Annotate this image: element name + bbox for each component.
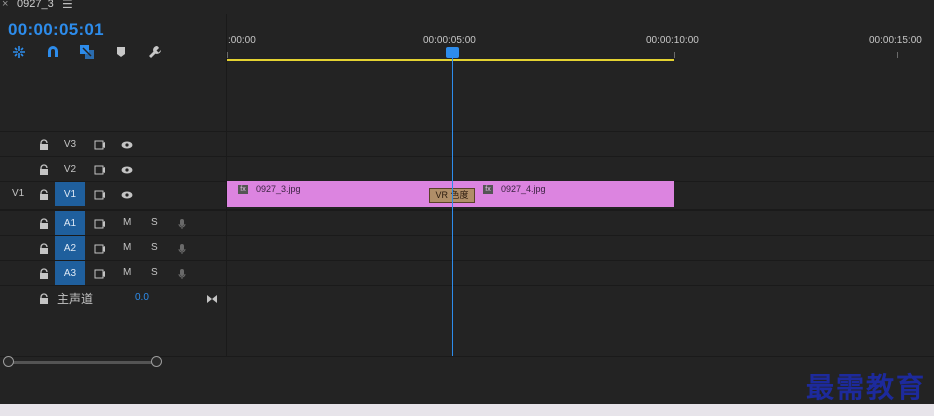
- ruler-label: 00:00:05:00: [423, 35, 476, 46]
- microphone-icon[interactable]: [176, 267, 188, 279]
- zoom-handle-right[interactable]: [151, 356, 162, 367]
- ruler-label: 00:00:10:00: [646, 35, 699, 46]
- horizontal-zoom-scrollbar[interactable]: [7, 361, 157, 364]
- track-target-a1[interactable]: A1: [55, 211, 85, 235]
- zoom-handle-left[interactable]: [3, 356, 14, 367]
- sync-lock-icon[interactable]: [94, 267, 106, 279]
- lock-icon[interactable]: [38, 217, 50, 229]
- lock-icon[interactable]: [38, 138, 50, 150]
- lock-icon[interactable]: [38, 163, 50, 175]
- microphone-icon[interactable]: [176, 217, 188, 229]
- mute-button[interactable]: M: [123, 242, 131, 253]
- mute-button[interactable]: M: [123, 217, 131, 228]
- track-row-master: 主声道 0.0: [0, 285, 934, 310]
- magnet-icon[interactable]: [44, 43, 62, 61]
- sync-lock-icon[interactable]: [94, 217, 106, 229]
- solo-button[interactable]: S: [151, 242, 158, 253]
- clip-name: 0927_3.jpg: [256, 184, 301, 194]
- track-target-a3[interactable]: A3: [55, 261, 85, 285]
- go-to-end-icon[interactable]: [206, 292, 218, 304]
- snap-icon[interactable]: [10, 43, 28, 61]
- sync-lock-icon[interactable]: [94, 242, 106, 254]
- watermark-logo: 最需教育: [805, 371, 926, 404]
- solo-button[interactable]: S: [151, 217, 158, 228]
- ruler-label: 00:00:15:00: [869, 35, 922, 46]
- master-track-label: 主声道: [57, 292, 94, 306]
- track-row-a3: A3 M S: [0, 260, 934, 285]
- ruler-label: :00:00: [228, 35, 256, 46]
- close-tab-button[interactable]: ×: [2, 0, 8, 10]
- eye-icon[interactable]: [121, 188, 133, 200]
- timeline-scroll-area: [0, 356, 934, 381]
- wrench-icon[interactable]: [146, 43, 164, 61]
- track-target-v2[interactable]: V2: [55, 157, 85, 181]
- panel-menu-button[interactable]: ☰: [62, 0, 73, 11]
- lock-icon[interactable]: [38, 267, 50, 279]
- lock-icon[interactable]: [38, 188, 50, 200]
- ruler-tick: [897, 52, 898, 58]
- fx-badge: fx: [238, 185, 248, 194]
- lock-icon[interactable]: [38, 292, 50, 304]
- playhead-timecode[interactable]: 00:00:05:01: [8, 20, 104, 40]
- fx-badge: fx: [483, 185, 493, 194]
- track-row-a1: A1 M S: [0, 209, 934, 235]
- bottom-strip: [0, 404, 934, 416]
- clip-0927-3[interactable]: fx 0927_3.jpg: [227, 181, 452, 207]
- sync-lock-icon[interactable]: [94, 138, 106, 150]
- master-volume-value[interactable]: 0.0: [135, 292, 149, 303]
- source-patch-v1[interactable]: V1: [12, 188, 24, 199]
- track-target-v3[interactable]: V3: [55, 132, 85, 156]
- playhead-line[interactable]: [452, 56, 453, 356]
- playhead-handle[interactable]: [446, 47, 459, 58]
- track-row-v2: V2: [0, 156, 934, 181]
- track-row-a2: A2 M S: [0, 235, 934, 260]
- sequence-tab[interactable]: × 0927_3 ☰: [0, 0, 934, 14]
- lock-icon[interactable]: [38, 242, 50, 254]
- eye-icon[interactable]: [121, 163, 133, 175]
- ruler-tick: [674, 52, 675, 58]
- track-target-v1[interactable]: V1: [55, 182, 85, 206]
- clip-name: 0927_4.jpg: [501, 184, 546, 194]
- time-ruler[interactable]: [227, 14, 934, 64]
- sequence-name: 0927_3: [17, 0, 54, 10]
- microphone-icon[interactable]: [176, 242, 188, 254]
- work-area-bar[interactable]: [227, 59, 674, 61]
- solo-button[interactable]: S: [151, 267, 158, 278]
- mute-button[interactable]: M: [123, 267, 131, 278]
- add-marker-icon[interactable]: [112, 43, 130, 61]
- header-divider: [226, 14, 227, 356]
- track-target-a2[interactable]: A2: [55, 236, 85, 260]
- sync-lock-icon[interactable]: [94, 188, 106, 200]
- ruler-tick: [227, 52, 228, 58]
- eye-icon[interactable]: [121, 138, 133, 150]
- sync-lock-icon[interactable]: [94, 163, 106, 175]
- track-row-v3: V3: [0, 131, 934, 156]
- linked-selection-icon[interactable]: [78, 43, 96, 61]
- clip-0927-4[interactable]: fx 0927_4.jpg: [473, 181, 674, 207]
